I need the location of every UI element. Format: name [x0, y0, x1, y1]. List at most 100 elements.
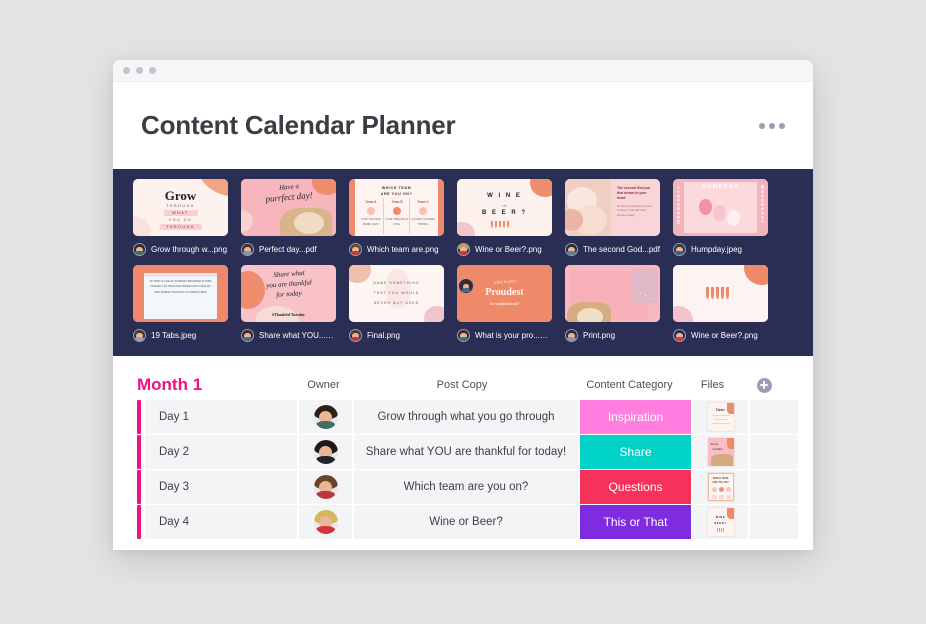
gallery-item[interactable]: W I N E or B E E R ? Wine or Beer?.png [451, 179, 558, 265]
cell-day[interactable]: Day 3 [145, 470, 297, 504]
status-badge[interactable]: This or That [580, 505, 691, 539]
cell-files[interactable]: Share thankful [693, 435, 748, 469]
column-header-content-category[interactable]: Content Category [574, 379, 685, 391]
file-thumbnail-thankful[interactable]: Share what you are thankful for today #T… [241, 265, 336, 322]
file-gallery: Grow THROUGH WHAT YOU GO THROUGH Grow th… [113, 169, 813, 356]
art-proudest-l3: Accomplishment? [489, 301, 520, 306]
cell-owner[interactable] [299, 505, 352, 539]
add-column-button[interactable] [740, 377, 788, 393]
file-name: Which team are.png [367, 245, 439, 254]
art-team-b: Team B [391, 200, 403, 204]
file-meta: Grow through w...png [133, 243, 228, 256]
file-thumbnail[interactable]: Share thankful [706, 437, 735, 467]
file-thumbnail-wine2[interactable] [673, 265, 768, 322]
file-thumbnail-grow[interactable]: Grow THROUGH WHAT YOU GO THROUGH [133, 179, 228, 236]
avatar [133, 243, 146, 256]
column-header-post-copy[interactable]: Post Copy [350, 379, 574, 391]
file-thumbnail-secondgod[interactable]: The second God put that dream in your he… [565, 179, 660, 236]
gallery-item[interactable]: Have a purrfect day! Perfect day...pdf [235, 179, 342, 265]
cell-content-category[interactable]: Inspiration [580, 400, 691, 434]
file-thumbnail-proudest[interactable]: what is your Proudest Accomplishment? [457, 265, 552, 322]
file-thumbnail[interactable]: WHICH TEAM ARE YOU ON? [706, 472, 735, 502]
table-row[interactable]: Day 4 Wine or Beer? This or That WINE BE… [137, 505, 798, 539]
file-thumbnail-print[interactable] [565, 265, 660, 322]
gallery-item[interactable]: MY MIND IS LIKE MY INTERNET BROWSER 19 T… [127, 265, 234, 351]
gallery-item[interactable]: Print.png [559, 265, 666, 351]
plus-circle-icon[interactable] [756, 377, 772, 393]
gallery-item[interactable]: Wine or Beer?.png [667, 265, 774, 351]
file-thumbnail-team[interactable]: WHICH TEAM ARE YOU ON? Team A Team B Tea… [349, 179, 444, 236]
cell-empty[interactable] [750, 470, 798, 504]
art-purrfect-l2: purrfect day! [264, 189, 313, 205]
avatar [565, 329, 578, 342]
file-name: Grow through w...png [151, 245, 228, 254]
avatar [349, 243, 362, 256]
art-team-l2: ARE YOU ON? [380, 192, 413, 196]
status-badge[interactable]: Questions [580, 470, 691, 504]
gallery-item[interactable]: WHICH TEAM ARE YOU ON? Team A Team B Tea… [343, 179, 450, 265]
art-team-c: Team C [417, 200, 429, 204]
cell-content-category[interactable]: Share [580, 435, 691, 469]
cell-post-copy[interactable]: Grow through what you go through [354, 400, 578, 434]
gallery-item[interactable]: NAME SOMETHING THAT YOU WOULD NEVER BUY … [343, 265, 450, 351]
window-maximize-icon[interactable] [149, 67, 156, 74]
page-header: Content Calendar Planner [113, 82, 813, 169]
file-thumbnail-humpday[interactable]: HUMPDAY WEDNESDAY WEDNESDAY [673, 179, 768, 236]
file-thumbnail-purrfect[interactable]: Have a purrfect day! [241, 179, 336, 236]
cell-post-copy[interactable]: Which team are you on? [354, 470, 578, 504]
file-thumbnail[interactable]: WINE BEER? [706, 507, 735, 537]
file-thumbnail-19tabs[interactable]: MY MIND IS LIKE MY INTERNET BROWSER 19 T… [133, 265, 228, 322]
table-row[interactable]: Day 2 Share what YOU are thankful for to… [137, 435, 798, 469]
cell-day[interactable]: Day 2 [145, 435, 297, 469]
row-accent-bar [137, 470, 141, 504]
cell-day[interactable]: Day 1 [145, 400, 297, 434]
cell-owner[interactable] [299, 435, 352, 469]
kebab-menu-icon[interactable] [759, 122, 785, 129]
avatar [457, 329, 470, 342]
art-proudest-l2: Proudest [485, 287, 524, 298]
table-row[interactable]: Day 1 Grow through what you go through I… [137, 400, 798, 434]
file-name: Wine or Beer?.png [691, 331, 758, 340]
art-wednesday-right: WEDNESDAY [760, 185, 765, 224]
cell-files[interactable]: WINE BEER? [693, 505, 748, 539]
cell-post-copy[interactable]: Wine or Beer? [354, 505, 578, 539]
cell-files[interactable]: WHICH TEAM ARE YOU ON? [693, 470, 748, 504]
status-badge[interactable]: Share [580, 435, 691, 469]
cell-files[interactable]: Grow [693, 400, 748, 434]
window-titlebar [113, 60, 813, 82]
cell-day[interactable]: Day 4 [145, 505, 297, 539]
table-row[interactable]: Day 3 Which team are you on? Questions W… [137, 470, 798, 504]
status-badge[interactable]: Inspiration [580, 400, 691, 434]
file-thumbnail-wine[interactable]: W I N E or B E E R ? [457, 179, 552, 236]
window-minimize-icon[interactable] [136, 67, 143, 74]
cell-owner[interactable] [299, 400, 352, 434]
avatar [457, 243, 470, 256]
gallery-item[interactable]: Grow THROUGH WHAT YOU GO THROUGH Grow th… [127, 179, 234, 265]
column-header-owner[interactable]: Owner [297, 379, 350, 391]
column-header-files[interactable]: Files [685, 379, 740, 391]
art-grow-l2: WHAT [163, 210, 198, 216]
month-label: Month 1 [137, 375, 203, 394]
art-final-l2: THAT YOU WOULD [373, 291, 420, 295]
cell-content-category[interactable]: Questions [580, 470, 691, 504]
window-close-icon[interactable] [123, 67, 130, 74]
cell-empty[interactable] [750, 435, 798, 469]
file-meta: Which team are.png [349, 243, 444, 256]
file-name: Print.png [583, 331, 616, 340]
file-thumbnail-final[interactable]: NAME SOMETHING THAT YOU WOULD NEVER BUY … [349, 265, 444, 322]
art-proudest-l1: what is your [493, 278, 516, 285]
gallery-item[interactable]: Share what you are thankful for today #T… [235, 265, 342, 351]
cell-empty[interactable] [750, 400, 798, 434]
gallery-item[interactable]: The second God put that dream in your he… [559, 179, 666, 265]
cell-owner[interactable] [299, 470, 352, 504]
row-accent-bar [137, 435, 141, 469]
art-thankful-l1: Share what [272, 268, 305, 280]
art-team-l1: WHICH TEAM [381, 186, 412, 190]
gallery-item[interactable]: HUMPDAY WEDNESDAY WEDNESDAY Humpday.jpeg [667, 179, 774, 265]
cell-post-copy[interactable]: Share what YOU are thankful for today! [354, 435, 578, 469]
cell-content-category[interactable]: This or That [580, 505, 691, 539]
file-meta: 19 Tabs.jpeg [133, 329, 228, 342]
cell-empty[interactable] [750, 505, 798, 539]
gallery-item[interactable]: what is your Proudest Accomplishment? Wh… [451, 265, 558, 351]
file-thumbnail[interactable]: Grow [706, 402, 735, 432]
